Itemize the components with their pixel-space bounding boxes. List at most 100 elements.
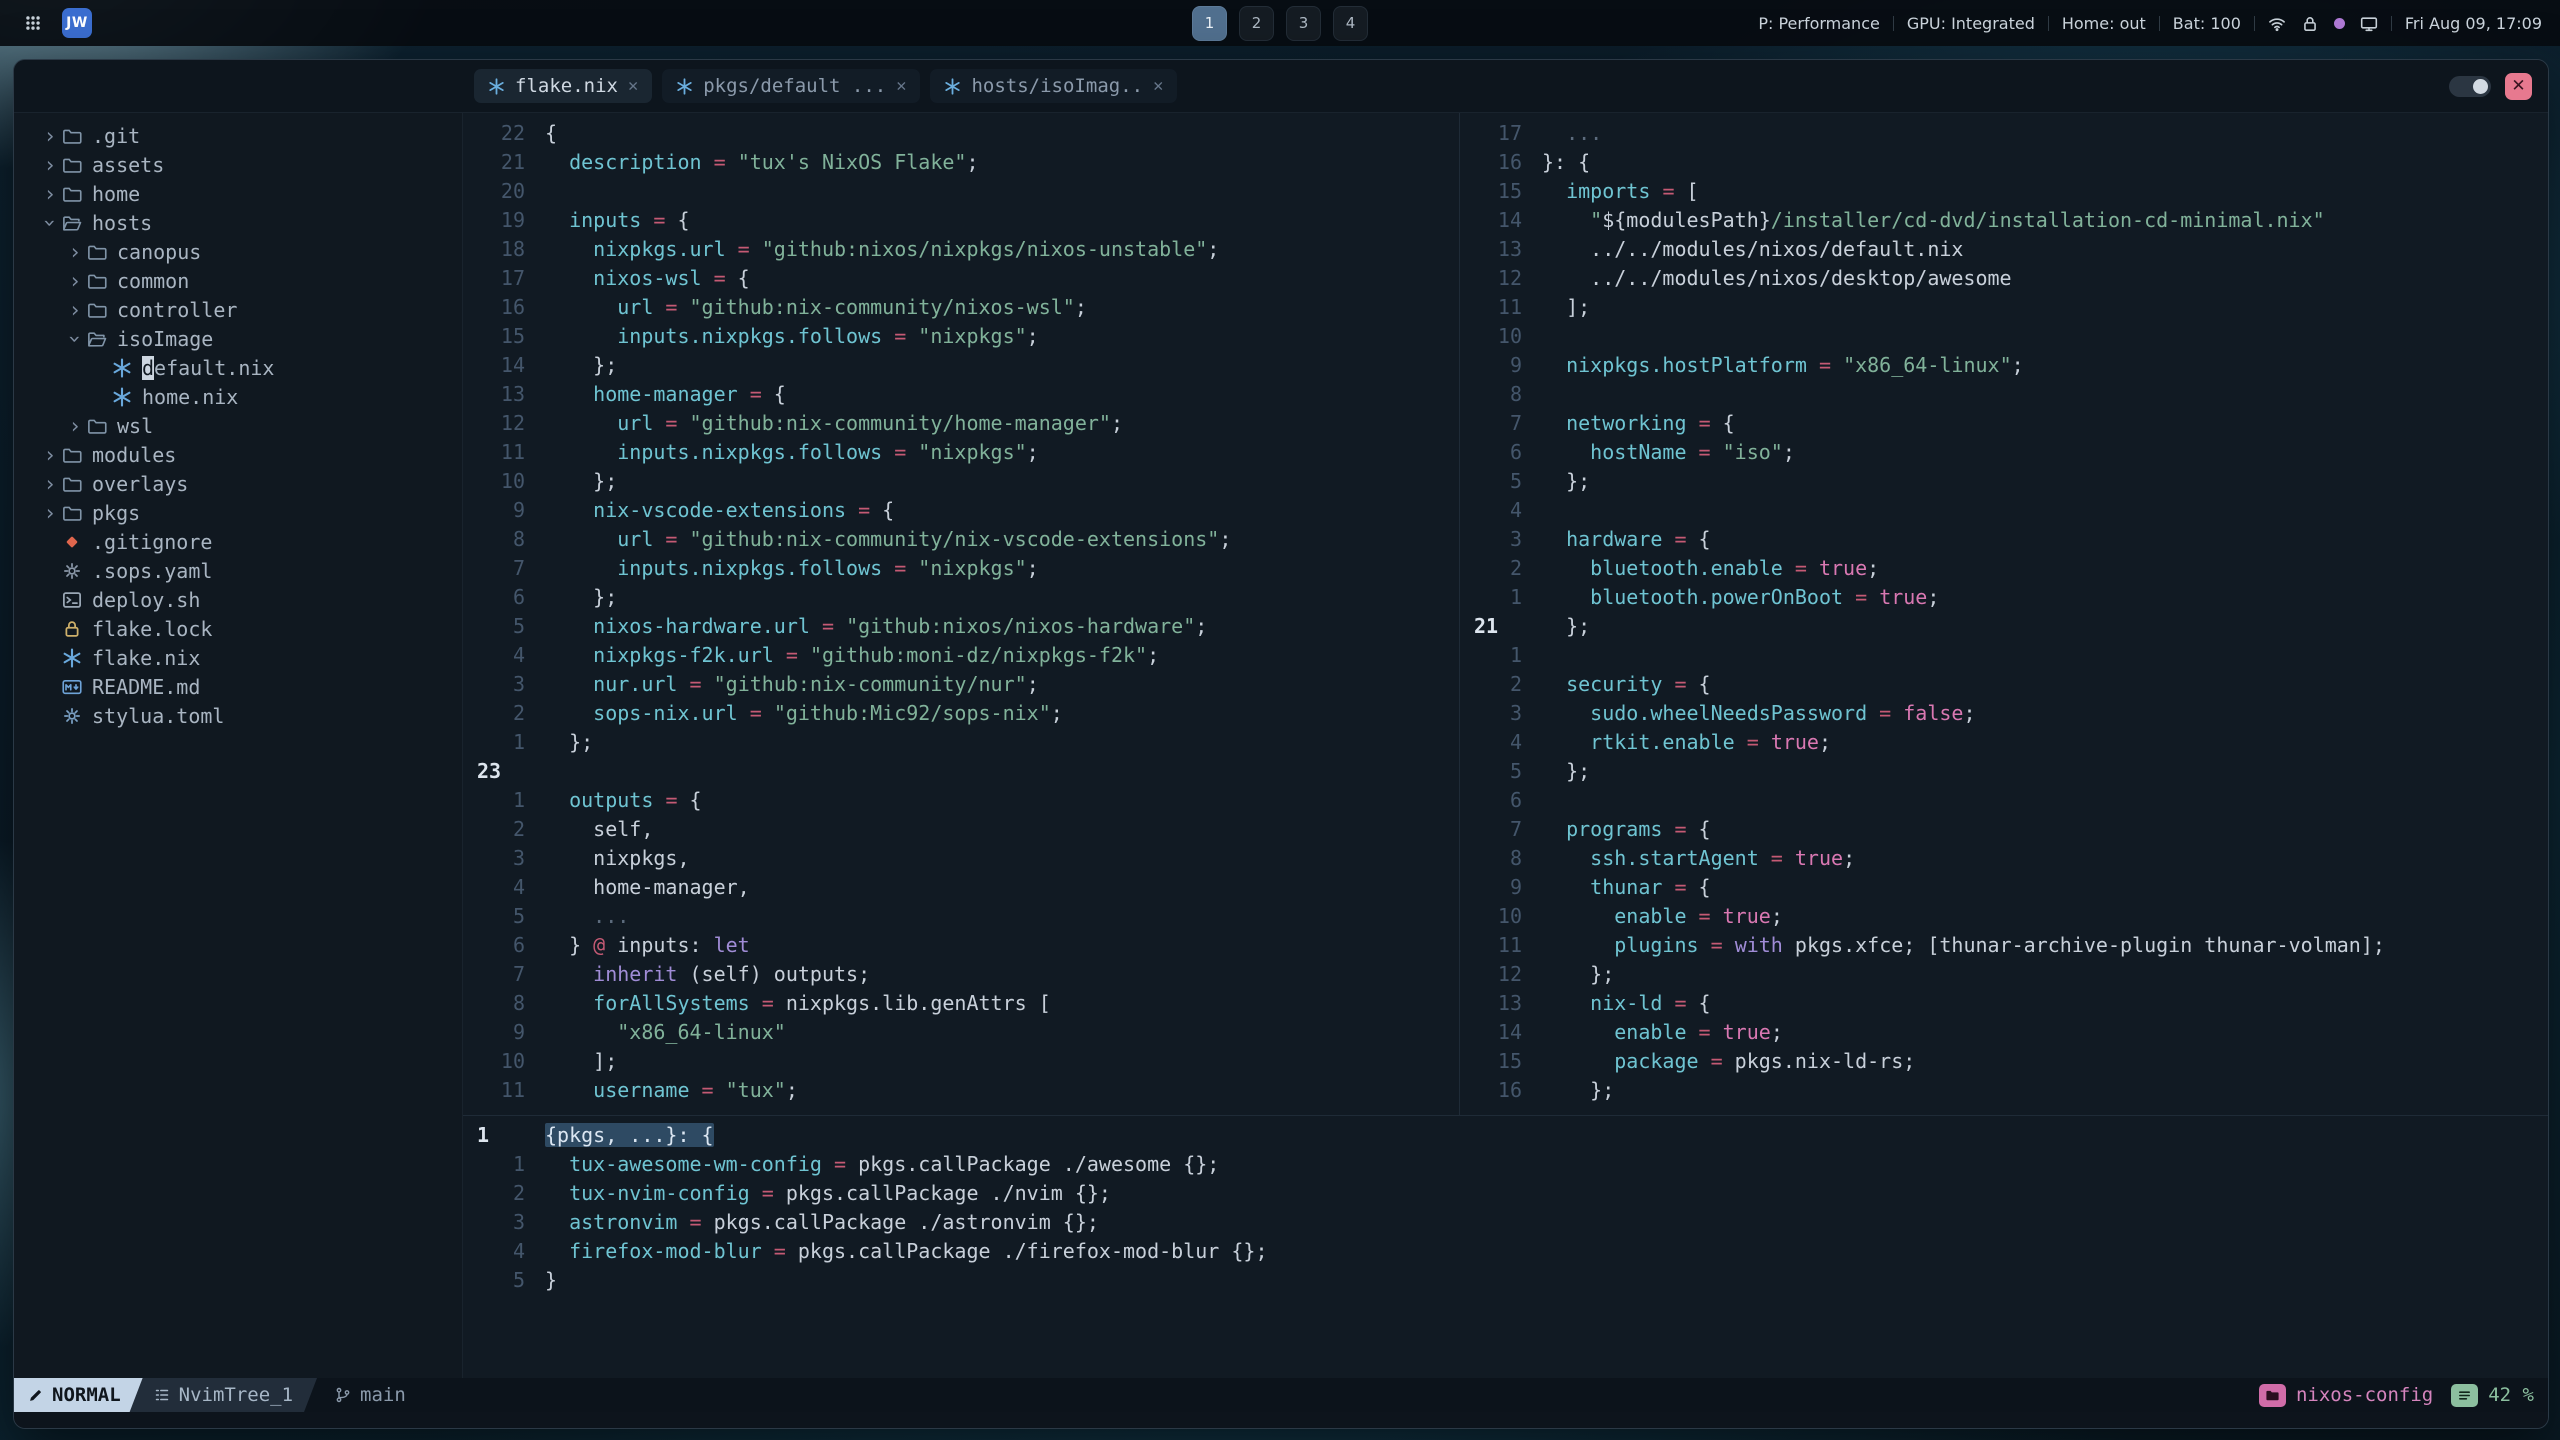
- tree-item-home[interactable]: › home: [14, 179, 462, 208]
- code-line[interactable]: 17 ...: [1460, 119, 2548, 148]
- workspace-button-3[interactable]: 3: [1286, 5, 1321, 41]
- tree-item-controller[interactable]: › controller: [14, 295, 462, 324]
- code-line[interactable]: 11 inputs.nixpkgs.follows = "nixpkgs";: [463, 438, 1459, 467]
- tree-item-pkgs[interactable]: › pkgs: [14, 498, 462, 527]
- code-line[interactable]: 6 } @ inputs: let: [463, 931, 1459, 960]
- code-line[interactable]: 11 ];: [1460, 293, 2548, 322]
- workspace-button-1[interactable]: 1: [1192, 5, 1227, 41]
- code-line[interactable]: 3 hardware = {: [1460, 525, 2548, 554]
- code-line[interactable]: 16 url = "github:nix-community/nixos-wsl…: [463, 293, 1459, 322]
- code-line[interactable]: 9 nixpkgs.hostPlatform = "x86_64-linux";: [1460, 351, 2548, 380]
- code-line[interactable]: 10: [1460, 322, 2548, 351]
- code-line[interactable]: 10 };: [463, 467, 1459, 496]
- code-line[interactable]: 22 {: [463, 119, 1459, 148]
- wifi-icon[interactable]: [2268, 13, 2286, 33]
- code-line[interactable]: 23: [463, 757, 1459, 786]
- code-line[interactable]: 21 description = "tux's NixOS Flake";: [463, 148, 1459, 177]
- code-line[interactable]: 7 inherit (self) outputs;: [463, 960, 1459, 989]
- code-line[interactable]: 11 plugins = with pkgs.xfce; [thunar-arc…: [1460, 931, 2548, 960]
- chevron-down-icon[interactable]: ›: [63, 327, 87, 351]
- workspace-button-2[interactable]: 2: [1239, 5, 1274, 41]
- tree-item-stylua.toml[interactable]: stylua.toml: [14, 701, 462, 730]
- code-line[interactable]: 2 tux-nvim-config = pkgs.callPackage ./n…: [463, 1179, 2548, 1208]
- code-line[interactable]: 4 firefox-mod-blur = pkgs.callPackage ./…: [463, 1237, 2548, 1266]
- chevron-right-icon[interactable]: ›: [38, 182, 62, 206]
- code-line[interactable]: 17 nixos-wsl = {: [463, 264, 1459, 293]
- tree-item-.gitignore[interactable]: .gitignore: [14, 527, 462, 556]
- chevron-right-icon[interactable]: ›: [38, 153, 62, 177]
- code-line[interactable]: 5 };: [1460, 757, 2548, 786]
- code-line[interactable]: 20: [463, 177, 1459, 206]
- code-line[interactable]: 13 ../../modules/nixos/default.nix: [1460, 235, 2548, 264]
- code-line[interactable]: 3 astronvim = pkgs.callPackage ./astronv…: [463, 1208, 2548, 1237]
- code-line[interactable]: 5 nixos-hardware.url = "github:nixos/nix…: [463, 612, 1459, 641]
- tab-flake-nix[interactable]: flake.nix ✕: [474, 69, 653, 103]
- tab-close-icon[interactable]: ✕: [1153, 77, 1163, 95]
- status-dot-icon[interactable]: [2333, 17, 2345, 29]
- logo-badge[interactable]: JW: [62, 8, 92, 38]
- code-line[interactable]: 4 rtkit.enable = true;: [1460, 728, 2548, 757]
- tree-item-canopus[interactable]: › canopus: [14, 237, 462, 266]
- tree-item-modules[interactable]: › modules: [14, 440, 462, 469]
- tab-hosts-isoImag-[interactable]: hosts/isoImag.. ✕: [930, 69, 1178, 103]
- code-line[interactable]: 3 sudo.wheelNeedsPassword = false;: [1460, 699, 2548, 728]
- code-line[interactable]: 7 networking = {: [1460, 409, 2548, 438]
- code-line[interactable]: 5 };: [1460, 467, 2548, 496]
- code-line[interactable]: 2 bluetooth.enable = true;: [1460, 554, 2548, 583]
- code-line[interactable]: 2 sops-nix.url = "github:Mic92/sops-nix"…: [463, 699, 1459, 728]
- code-line[interactable]: 6 hostName = "iso";: [1460, 438, 2548, 467]
- code-line[interactable]: 10 enable = true;: [1460, 902, 2548, 931]
- close-window-button[interactable]: ✕: [2505, 72, 2532, 100]
- code-line[interactable]: 8 ssh.startAgent = true;: [1460, 844, 2548, 873]
- tab-close-icon[interactable]: ✕: [896, 77, 906, 95]
- tree-item-.git[interactable]: › .git: [14, 121, 462, 150]
- code-line[interactable]: 5 ...: [463, 902, 1459, 931]
- chevron-right-icon[interactable]: ›: [63, 269, 87, 293]
- tree-item-README.md[interactable]: README.md: [14, 672, 462, 701]
- code-line[interactable]: 10 ];: [463, 1047, 1459, 1076]
- code-line[interactable]: 5}: [463, 1266, 2548, 1295]
- tree-item-assets[interactable]: › assets: [14, 150, 462, 179]
- display-icon[interactable]: [2360, 13, 2378, 33]
- code-line[interactable]: 19 inputs = {: [463, 206, 1459, 235]
- code-line[interactable]: 14 "${modulesPath}/installer/cd-dvd/inst…: [1460, 206, 2548, 235]
- code-line[interactable]: 1 bluetooth.powerOnBoot = true;: [1460, 583, 2548, 612]
- code-line[interactable]: 11 username = "tux";: [463, 1076, 1459, 1105]
- clock[interactable]: Fri Aug 09, 17:09: [2405, 14, 2542, 33]
- code-line[interactable]: 12 ../../modules/nixos/desktop/awesome: [1460, 264, 2548, 293]
- pane-flake-nix[interactable]: 22{21 description = "tux's NixOS Flake";…: [463, 113, 1459, 1115]
- chevron-right-icon[interactable]: ›: [63, 414, 87, 438]
- code-line[interactable]: 8 url = "github:nix-community/nix-vscode…: [463, 525, 1459, 554]
- tab-pkgs-default-[interactable]: pkgs/default ... ✕: [662, 69, 921, 103]
- code-line[interactable]: 7 programs = {: [1460, 815, 2548, 844]
- code-line[interactable]: 15 inputs.nixpkgs.follows = "nixpkgs";: [463, 322, 1459, 351]
- code-line[interactable]: 21 };: [1460, 612, 2548, 641]
- tree-item-flake.nix[interactable]: flake.nix: [14, 643, 462, 672]
- tab-close-icon[interactable]: ✕: [628, 77, 638, 95]
- code-line[interactable]: 15 package = pkgs.nix-ld-rs;: [1460, 1047, 2548, 1076]
- tree-item-flake.lock[interactable]: flake.lock: [14, 614, 462, 643]
- tree-item-.sops.yaml[interactable]: .sops.yaml: [14, 556, 462, 585]
- apps-grid-icon[interactable]: [18, 8, 48, 38]
- code-line[interactable]: 1 };: [463, 728, 1459, 757]
- tree-item-deploy.sh[interactable]: deploy.sh: [14, 585, 462, 614]
- toggle-switch[interactable]: [2449, 75, 2491, 97]
- chevron-right-icon[interactable]: ›: [38, 124, 62, 148]
- chevron-right-icon[interactable]: ›: [38, 472, 62, 496]
- chevron-right-icon[interactable]: ›: [38, 443, 62, 467]
- tree-item-common[interactable]: › common: [14, 266, 462, 295]
- code-line[interactable]: 16}: {: [1460, 148, 2548, 177]
- pane-pkgs-default-nix[interactable]: 1 {pkgs, ...}: {1 tux-awesome-wm-config =…: [463, 1115, 2548, 1378]
- code-line[interactable]: 3 nur.url = "github:nix-community/nur";: [463, 670, 1459, 699]
- code-line[interactable]: 1 {pkgs, ...}: {: [463, 1121, 2548, 1150]
- code-line[interactable]: 6: [1460, 786, 2548, 815]
- code-line[interactable]: 13 nix-ld = {: [1460, 989, 2548, 1018]
- code-line[interactable]: 12 };: [1460, 960, 2548, 989]
- workspace-button-4[interactable]: 4: [1333, 5, 1368, 41]
- chevron-right-icon[interactable]: ›: [63, 240, 87, 264]
- code-line[interactable]: 2 security = {: [1460, 670, 2548, 699]
- code-line[interactable]: 12 url = "github:nix-community/home-mana…: [463, 409, 1459, 438]
- code-line[interactable]: 16 };: [1460, 1076, 2548, 1105]
- code-line[interactable]: 14 enable = true;: [1460, 1018, 2548, 1047]
- code-line[interactable]: 4 home-manager,: [463, 873, 1459, 902]
